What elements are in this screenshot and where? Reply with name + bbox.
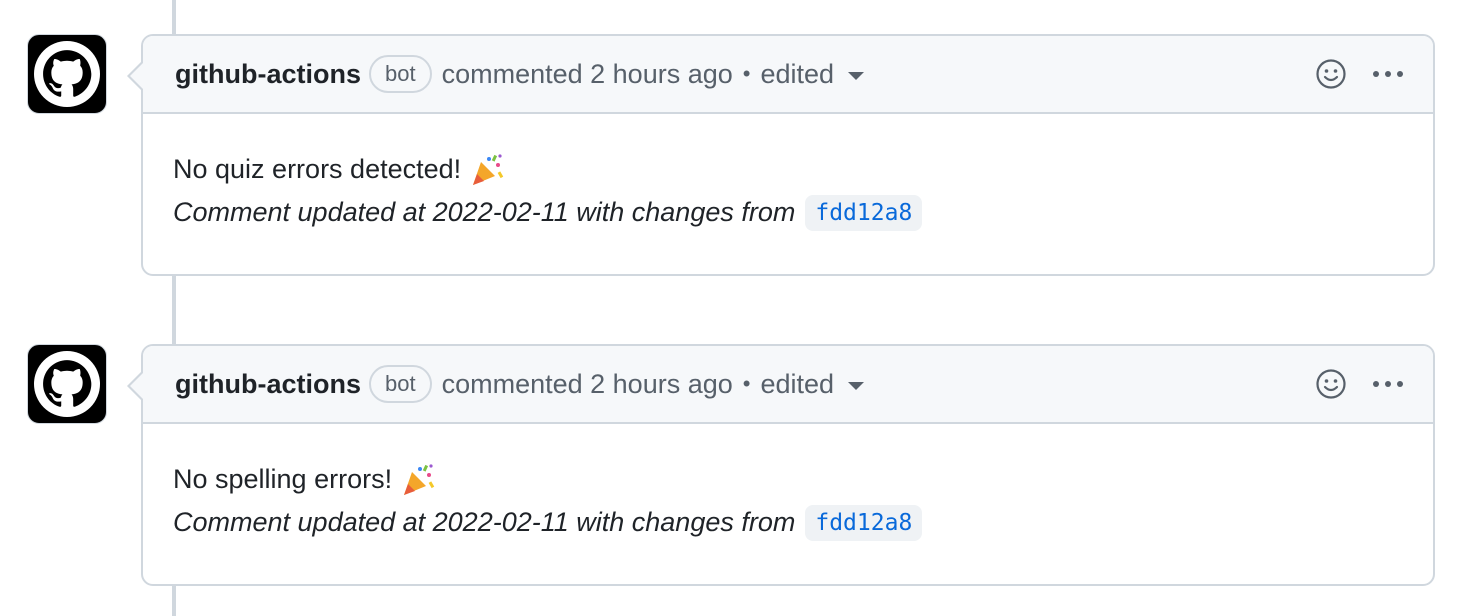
- smiley-icon[interactable]: [1315, 368, 1347, 400]
- comment-header: github-actions bot commented 2 hours ago…: [143, 36, 1433, 114]
- commit-link[interactable]: fdd12a8: [805, 194, 923, 231]
- comment-header: github-actions bot commented 2 hours ago…: [143, 346, 1433, 424]
- github-logo-icon: [34, 41, 100, 107]
- comment-body: No spelling errors! Comment updated at 2…: [143, 424, 1433, 584]
- author-link[interactable]: github-actions: [175, 369, 361, 400]
- github-logo-icon: [34, 351, 100, 417]
- separator-dot: •: [742, 371, 751, 396]
- more-options-icon[interactable]: [1373, 63, 1403, 85]
- comment-box: github-actions bot commented 2 hours ago…: [127, 344, 1435, 586]
- comment-timestamp[interactable]: commented 2 hours ago: [442, 369, 733, 400]
- author-link[interactable]: github-actions: [175, 59, 361, 90]
- chevron-down-icon[interactable]: [848, 72, 865, 80]
- party-popper-icon: [473, 153, 504, 185]
- commit-link[interactable]: fdd12a8: [805, 504, 923, 541]
- edited-dropdown[interactable]: edited: [760, 59, 834, 90]
- avatar[interactable]: [27, 34, 107, 114]
- comment-box: github-actions bot commented 2 hours ago…: [127, 34, 1435, 276]
- party-popper-icon: [404, 463, 435, 495]
- comment-update-text: Comment updated at 2022-02-11 with chang…: [173, 197, 796, 227]
- bot-badge: bot: [368, 365, 432, 403]
- bot-badge: bot: [368, 55, 432, 93]
- comment-message: No quiz errors detected!: [173, 154, 462, 184]
- chevron-down-icon[interactable]: [848, 382, 865, 390]
- avatar[interactable]: [27, 344, 107, 424]
- more-options-icon[interactable]: [1373, 373, 1403, 395]
- comment-update-text: Comment updated at 2022-02-11 with chang…: [173, 507, 796, 537]
- comment-timestamp[interactable]: commented 2 hours ago: [442, 59, 733, 90]
- smiley-icon[interactable]: [1315, 58, 1347, 90]
- comment-body: No quiz errors detected! Comment updated…: [143, 114, 1433, 274]
- separator-dot: •: [742, 61, 751, 86]
- comment-message: No spelling errors!: [173, 464, 393, 494]
- edited-dropdown[interactable]: edited: [760, 369, 834, 400]
